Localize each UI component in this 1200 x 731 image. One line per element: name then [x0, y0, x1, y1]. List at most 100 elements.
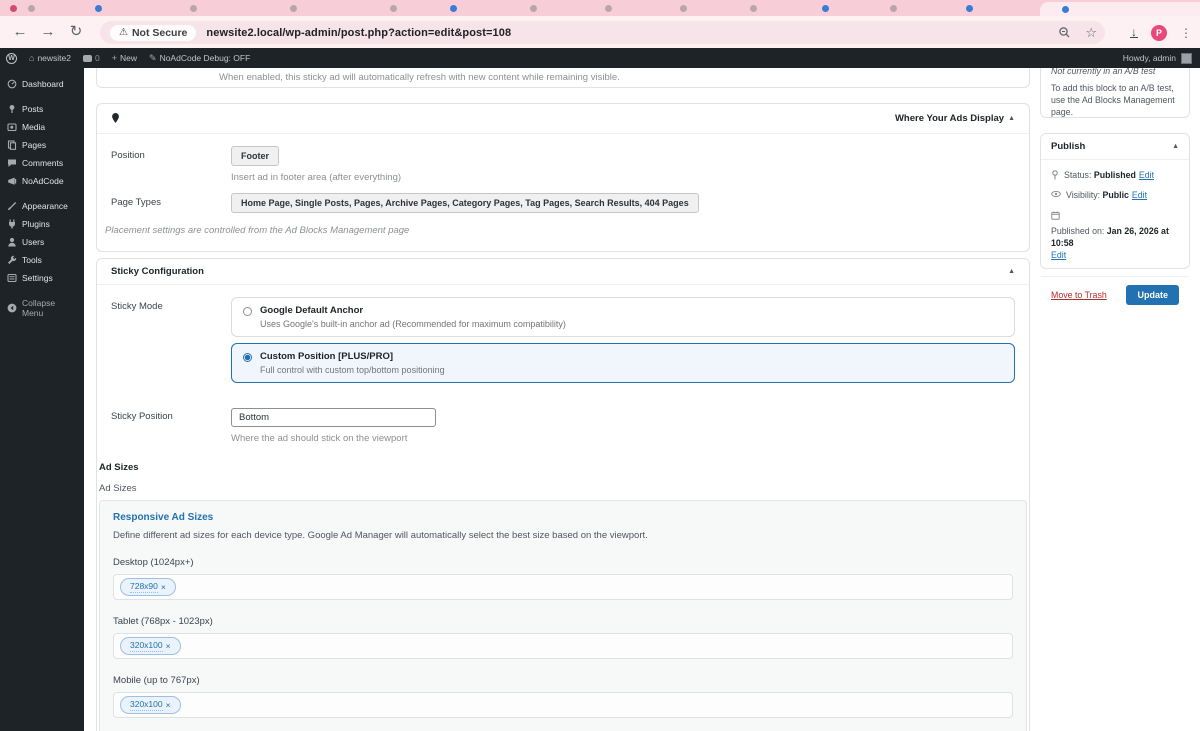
- location-pin-icon: [112, 113, 119, 123]
- desktop-sizes-input[interactable]: 728x90 ×: [113, 574, 1013, 600]
- calendar-icon: [1051, 211, 1060, 220]
- home-icon: ⌂: [29, 53, 35, 63]
- ab-test-help-text: To add this block to an A/B test, use th…: [1051, 83, 1175, 117]
- noadcode-megaphone-icon: [8, 177, 17, 185]
- zoom-icon[interactable]: [1058, 26, 1071, 39]
- move-to-trash-link[interactable]: Move to Trash: [1051, 290, 1107, 300]
- collapse-arrow-icon: [7, 303, 17, 313]
- forward-icon[interactable]: →: [34, 17, 62, 47]
- tab-favicon[interactable]: [530, 5, 537, 12]
- sidebar-item-plugins[interactable]: Plugins: [0, 215, 84, 233]
- tab-favicon[interactable]: [605, 5, 612, 12]
- sidebar-item-pages[interactable]: Pages: [0, 136, 84, 154]
- pages-icon: [7, 140, 17, 150]
- status-value: Published: [1093, 170, 1136, 180]
- tab-favicon[interactable]: [822, 5, 829, 12]
- tab-favicon[interactable]: [680, 5, 687, 12]
- sidebar-item-posts[interactable]: Posts: [0, 100, 84, 118]
- sidebar-item-settings[interactable]: Settings: [0, 269, 84, 287]
- sticky-configuration-toggle[interactable]: ▲: [1008, 268, 1015, 275]
- tab-favicon[interactable]: [890, 5, 897, 12]
- tab-favicon[interactable]: [290, 5, 297, 12]
- sidebar-item-users[interactable]: Users: [0, 233, 84, 251]
- position-value-button[interactable]: Footer: [231, 146, 279, 166]
- tab-favicon[interactable]: [390, 5, 397, 12]
- published-on-row: Published on: Jan 26, 2026 at 10:58 Edit: [1051, 210, 1179, 262]
- tab-favicon[interactable]: [450, 5, 457, 12]
- comments-menu[interactable]: 0: [77, 48, 106, 68]
- radio-selected[interactable]: [243, 353, 252, 362]
- tab-favicon[interactable]: [28, 5, 35, 12]
- tab-favicon[interactable]: [750, 5, 757, 12]
- visibility-value: Public: [1102, 190, 1129, 201]
- sticky-mode-option-custom-position[interactable]: Custom Position [PLUS/PRO] Full control …: [231, 343, 1015, 383]
- browser-menu-icon[interactable]: ⋮: [1180, 26, 1192, 40]
- appearance-brush-icon: [8, 202, 17, 210]
- users-icon: [8, 237, 16, 247]
- tab-favicon[interactable]: [190, 5, 197, 12]
- page-types-value-button[interactable]: Home Page, Single Posts, Pages, Archive …: [231, 193, 699, 213]
- collapse-panel-icon: ▲: [1008, 115, 1015, 122]
- page-types-label: Page Types: [111, 197, 162, 208]
- tab-favicon: [1062, 6, 1069, 13]
- remove-size-icon[interactable]: ×: [166, 641, 171, 651]
- downloads-icon[interactable]: ↓: [1130, 26, 1138, 38]
- remove-size-icon[interactable]: ×: [166, 700, 171, 710]
- address-bar[interactable]: ⚠ Not Secure newsite2.local/wp-admin/pos…: [100, 21, 1105, 44]
- where-ads-display-toggle[interactable]: Where Your Ads Display ▲: [895, 113, 1015, 124]
- wp-logo-menu[interactable]: W: [0, 48, 23, 68]
- radio-unselected[interactable]: [243, 307, 252, 316]
- tablet-sizes-input[interactable]: 320x100 ×: [113, 633, 1013, 659]
- comments-bubble-icon: [83, 54, 92, 62]
- browser-tab-strip[interactable]: [0, 0, 1200, 16]
- bookmark-star-icon[interactable]: ☆: [1085, 25, 1097, 41]
- desktop-sizes-label: Desktop (1024px+): [113, 557, 194, 568]
- url-text[interactable]: newsite2.local/wp-admin/post.php?action=…: [206, 27, 511, 39]
- noadcode-debug-menu[interactable]: ✎ NoAdCode Debug: OFF: [143, 48, 256, 68]
- not-secure-badge[interactable]: ⚠ Not Secure: [110, 24, 197, 41]
- tools-wrench-icon: [8, 255, 17, 264]
- admin-avatar[interactable]: [1181, 52, 1192, 64]
- pencil-icon: ✎: [149, 52, 157, 63]
- sidebar-item-noadcode[interactable]: NoAdCode: [0, 172, 84, 190]
- edit-status-link[interactable]: Edit: [1139, 170, 1154, 180]
- sticky-mode-option-google-anchor[interactable]: Google Default Anchor Uses Google's buil…: [231, 297, 1015, 337]
- back-icon[interactable]: ←: [6, 17, 34, 47]
- plugins-icon: [9, 219, 15, 229]
- status-row: Status: Published Edit: [1051, 169, 1179, 181]
- active-tab[interactable]: [1040, 2, 1200, 16]
- remove-size-icon[interactable]: ×: [161, 582, 166, 592]
- sticky-mode-label: Sticky Mode: [111, 301, 163, 312]
- status-pin-icon: [1052, 170, 1058, 180]
- reload-icon[interactable]: ↻: [62, 17, 90, 47]
- edit-visibility-link[interactable]: Edit: [1132, 190, 1147, 200]
- sidebar-item-media[interactable]: Media: [0, 118, 84, 136]
- howdy-admin-menu[interactable]: Howdy, admin: [1123, 53, 1176, 63]
- sidebar-item-tools[interactable]: Tools: [0, 251, 84, 269]
- tab-favicon[interactable]: [966, 5, 973, 12]
- ad-size-chip[interactable]: 320x100 ×: [120, 696, 181, 714]
- where-ads-display-card: Where Your Ads Display ▲ Position Footer…: [96, 103, 1030, 252]
- update-button[interactable]: Update: [1126, 284, 1179, 305]
- ad-size-chip[interactable]: 728x90 ×: [120, 578, 176, 596]
- sidebar-collapse-menu[interactable]: Collapse Menu: [0, 294, 84, 322]
- sidebar-item-comments[interactable]: Comments: [0, 154, 84, 172]
- publish-collapse-icon[interactable]: ▲: [1172, 143, 1179, 150]
- browser-toolbar: ← → ↻ ⚠ Not Secure newsite2.local/wp-adm…: [0, 16, 1200, 48]
- tab-favicon[interactable]: [95, 5, 102, 12]
- media-icon: [7, 123, 17, 132]
- new-content-menu[interactable]: + New: [106, 48, 143, 68]
- wp-admin-bar: W ⌂ newsite2 0 + New ✎ NoAdCode Debug: O…: [0, 48, 1200, 68]
- sticky-position-select[interactable]: Bottom: [231, 408, 436, 427]
- posts-pin-icon: [9, 105, 15, 113]
- sidebar-item-appearance[interactable]: Appearance: [0, 197, 84, 215]
- tab-favicon[interactable]: [10, 5, 17, 12]
- ad-size-chip[interactable]: 320x100 ×: [120, 637, 181, 655]
- browser-profile-avatar[interactable]: P: [1151, 24, 1167, 41]
- visibility-eye-icon: [1051, 191, 1061, 198]
- edit-published-link[interactable]: Edit: [1051, 249, 1066, 261]
- sidebar-item-dashboard[interactable]: Dashboard: [0, 75, 84, 93]
- site-name-menu[interactable]: ⌂ newsite2: [23, 48, 77, 68]
- position-help-text: Insert ad in footer area (after everythi…: [231, 172, 402, 183]
- mobile-sizes-input[interactable]: 320x100 ×: [113, 692, 1013, 718]
